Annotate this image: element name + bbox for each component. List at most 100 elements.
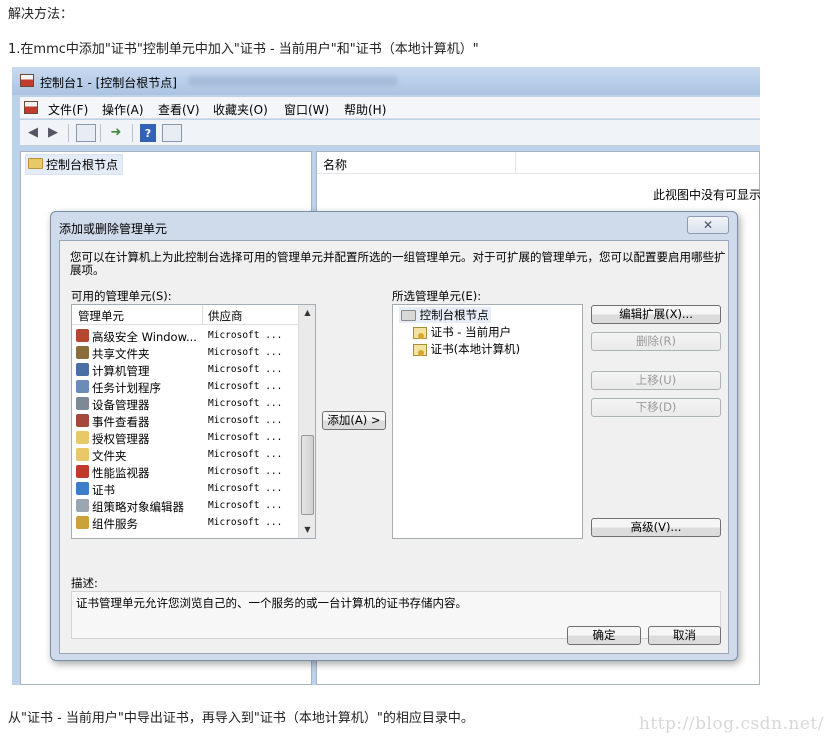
selected-item-label: 证书 - 当前用户 (430, 325, 512, 339)
column-divider[interactable] (202, 305, 203, 325)
article-heading: 解决方法： (8, 7, 74, 22)
snapin-row[interactable]: 高级安全 Window... Microsoft ... (74, 327, 298, 344)
snapin-icon (76, 482, 89, 495)
forward-arrow-icon[interactable]: ▶ (44, 124, 62, 142)
snapin-icon (76, 363, 89, 376)
snapin-row[interactable]: 计算机管理 Microsoft ... (74, 361, 298, 378)
snapin-vendor: Microsoft ... (208, 500, 283, 511)
scroll-up-icon[interactable]: ▲ (299, 305, 315, 321)
scrollbar-thumb[interactable] (301, 435, 314, 515)
selected-snapins-label: 所选管理单元(E): (392, 289, 482, 303)
scroll-down-icon[interactable]: ▼ (299, 522, 315, 538)
snapin-name: 任务计划程序 (92, 381, 161, 395)
snapin-icon (76, 329, 89, 342)
certificate-icon (413, 343, 427, 356)
snapin-row[interactable]: 证书 Microsoft ... (74, 480, 298, 497)
watermark: http://blog.csdn.net/ (638, 714, 824, 734)
snapin-row[interactable]: 任务计划程序 Microsoft ... (74, 378, 298, 395)
snapin-name: 计算机管理 (92, 364, 150, 378)
snapin-name: 组件服务 (92, 517, 138, 531)
snapin-name: 文件夹 (92, 449, 127, 463)
mmc-app-icon (20, 74, 34, 87)
selected-item-cert-computer[interactable]: 证书(本地计算机) (413, 341, 520, 357)
article-footer: 从"证书 - 当前用户"中导出证书，再导入到"证书（本地计算机）"的相应目录中。 (8, 711, 474, 726)
snapin-vendor: Microsoft ... (208, 483, 283, 494)
snapin-icon (76, 414, 89, 427)
add-button[interactable]: 添加(A) > (322, 411, 386, 430)
menu-help[interactable]: 帮助(H) (344, 101, 386, 118)
column-header-vendor[interactable]: 供应商 (208, 308, 243, 324)
menu-window[interactable]: 窗口(W) (284, 101, 329, 118)
mmc-titlebar: 控制台1 - [控制台根节点] (12, 67, 760, 95)
add-remove-snapins-dialog: 添加或删除管理单元 ✕ 您可以在计算机上为此控制台选择可用的管理单元并配置所选的… (50, 211, 738, 661)
snapin-icon (76, 465, 89, 478)
show-action-pane-icon[interactable] (162, 124, 182, 142)
snapin-vendor: Microsoft ... (208, 449, 283, 460)
snapin-vendor: Microsoft ... (208, 432, 283, 443)
move-down-button[interactable]: 下移(D) (591, 398, 721, 417)
menu-view[interactable]: 查看(V) (158, 101, 200, 118)
snapin-row[interactable]: 共享文件夹 Microsoft ... (74, 344, 298, 361)
mmc-menu-icon[interactable] (24, 101, 38, 114)
selected-root-label: 控制台根节点 (419, 308, 489, 322)
description-label: 描述: (71, 576, 98, 590)
snapin-name: 共享文件夹 (92, 347, 150, 361)
available-snapins-list[interactable]: 管理单元 供应商 高级安全 Window... Microsoft ... 共享文件… (71, 304, 316, 539)
snapin-vendor: Microsoft ... (208, 330, 283, 341)
snapin-name: 事件查看器 (92, 415, 150, 429)
folder-icon (401, 310, 416, 321)
toolbar-separator (132, 124, 133, 142)
snapin-vendor: Microsoft ... (208, 517, 283, 528)
snapin-name: 证书 (92, 483, 115, 497)
snapin-name: 高级安全 Window... (92, 330, 197, 344)
snapin-name: 性能监视器 (92, 466, 150, 480)
tree-item-console-root[interactable]: 控制台根节点 (25, 154, 124, 175)
column-header-name[interactable]: 名称 (323, 156, 347, 173)
toolbar-separator (100, 124, 101, 142)
snapin-row[interactable]: 组策略对象编辑器 Microsoft ... (74, 497, 298, 514)
snapin-vendor: Microsoft ... (208, 415, 283, 426)
back-arrow-icon[interactable]: ◀ (24, 124, 42, 142)
export-list-icon[interactable]: ➜ (106, 124, 126, 142)
menu-file[interactable]: 文件(F) (48, 101, 88, 118)
list-scrollbar[interactable]: ▲ ▼ (298, 305, 315, 538)
tree-root-label: 控制台根节点 (46, 158, 119, 172)
snapin-name: 设备管理器 (92, 398, 150, 412)
advanced-button[interactable]: 高级(V)... (591, 518, 721, 537)
selected-snapins-tree[interactable]: 控制台根节点 证书 - 当前用户 证书(本地计算机) (392, 304, 583, 539)
snapin-vendor: Microsoft ... (208, 381, 283, 392)
menu-action[interactable]: 操作(A) (102, 101, 144, 118)
snapin-row[interactable]: 设备管理器 Microsoft ... (74, 395, 298, 412)
mmc-title: 控制台1 - [控制台根节点] (40, 76, 177, 90)
snapin-row[interactable]: 文件夹 Microsoft ... (74, 446, 298, 463)
edit-extensions-button[interactable]: 编辑扩展(X)... (591, 305, 721, 324)
toolbar: ◀ ▶ ➜ ? (20, 120, 760, 146)
snapin-row[interactable]: 事件查看器 Microsoft ... (74, 412, 298, 429)
menu-favorites[interactable]: 收藏夹(O) (213, 101, 268, 118)
close-icon[interactable]: ✕ (687, 216, 729, 234)
remove-button[interactable]: 删除(R) (591, 332, 721, 351)
selected-root-item[interactable]: 控制台根节点 (399, 307, 491, 323)
snapin-row[interactable]: 授权管理器 Microsoft ... (74, 429, 298, 446)
selected-item-cert-user[interactable]: 证书 - 当前用户 (413, 324, 511, 340)
snapin-row[interactable]: 性能监视器 Microsoft ... (74, 463, 298, 480)
snapin-row[interactable]: 组件服务 Microsoft ... (74, 514, 298, 531)
cancel-button[interactable]: 取消 (648, 626, 721, 645)
move-up-button[interactable]: 上移(U) (591, 371, 721, 390)
empty-view-message: 此视图中没有可显示 (653, 188, 760, 202)
snapin-icon (76, 346, 89, 359)
snapin-icon (76, 431, 89, 444)
show-tree-icon[interactable] (76, 124, 96, 142)
snapin-name: 组策略对象编辑器 (92, 500, 184, 514)
menu-bar: 文件(F) 操作(A) 查看(V) 收藏夹(O) 窗口(W) 帮助(H) (20, 97, 760, 119)
snapin-icon (76, 499, 89, 512)
column-header-snapin[interactable]: 管理单元 (78, 308, 124, 324)
column-divider[interactable] (515, 152, 516, 174)
list-header: 管理单元 供应商 (72, 305, 300, 325)
ok-button[interactable]: 确定 (567, 626, 641, 645)
snapin-icon (76, 448, 89, 461)
help-icon[interactable]: ? (140, 124, 156, 142)
result-header: 名称 (317, 152, 759, 174)
snapin-icon (76, 516, 89, 529)
blurred-title-region (188, 76, 398, 86)
